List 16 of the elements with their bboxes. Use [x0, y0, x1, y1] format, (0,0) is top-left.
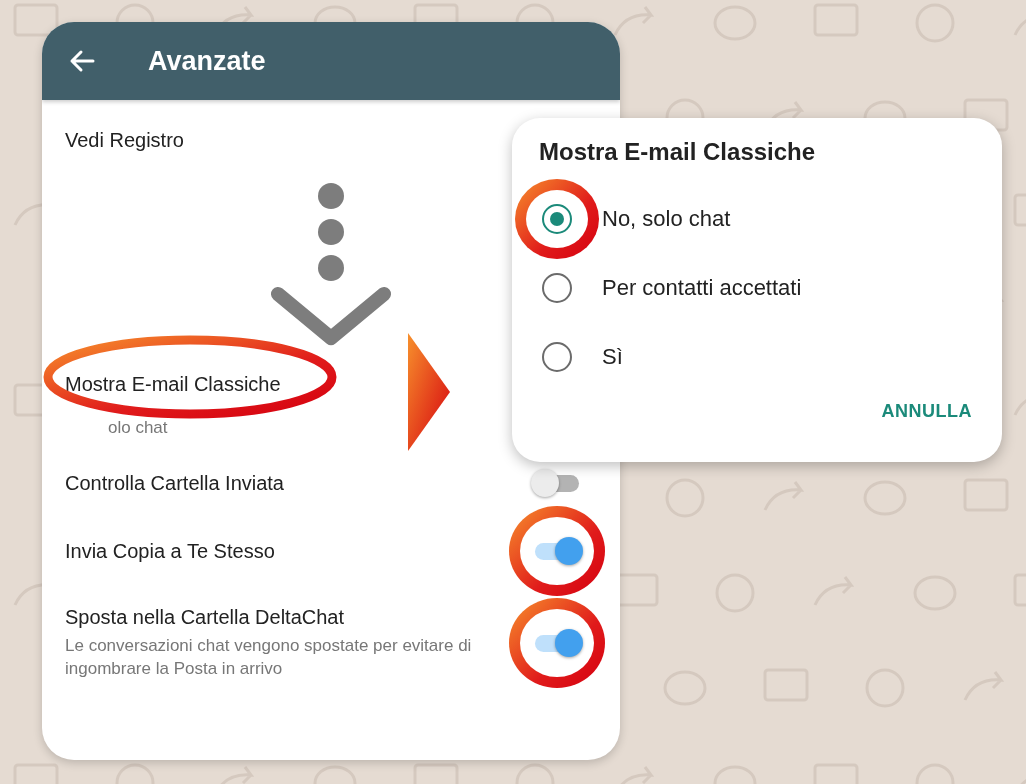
option-label[interactable]: No, solo chat: [602, 205, 731, 232]
radio-button[interactable]: [542, 272, 572, 303]
radio-button[interactable]: [542, 341, 572, 372]
setting-title: Invia Copia a Te Stesso: [65, 539, 275, 563]
setting-value: olo chat: [107, 417, 169, 439]
setting-description: Le conversazioni chat vengono spostate per evitare di ingombrare la Posta in arrivo: [65, 635, 473, 680]
radio-button[interactable]: [542, 203, 572, 234]
cancel-button[interactable]: ANNULLA: [879, 397, 974, 426]
dialog-title: Mostra E-mail Classiche: [539, 138, 817, 166]
setting-title: Controlla Cartella Inviata: [65, 471, 284, 495]
screen-title: Avanzate: [148, 45, 266, 77]
option-label[interactable]: Per contatti accettati: [602, 274, 802, 301]
option-label[interactable]: Sì: [602, 343, 623, 370]
back-arrow-icon: [69, 49, 95, 73]
setting-title: Sposta nella Cartella DeltaChat: [65, 605, 346, 629]
setting-title[interactable]: Vedi Registro: [65, 129, 184, 151]
